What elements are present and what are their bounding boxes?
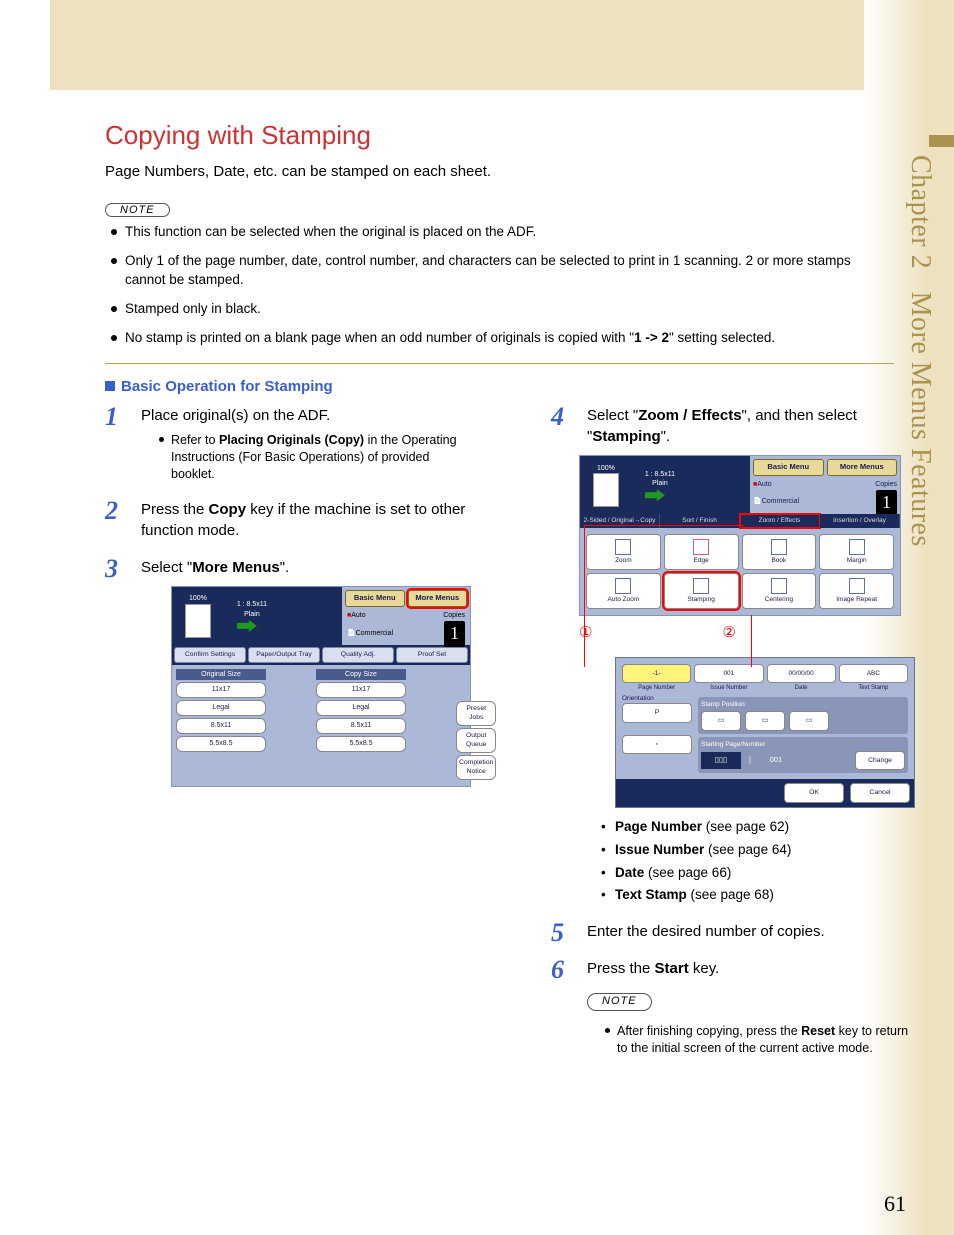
size-button[interactable]: Legal [316, 700, 406, 716]
note-item: Only 1 of the page number, date, control… [111, 252, 894, 290]
size-button[interactable]: 8.5x11 [176, 718, 266, 734]
arrow-icon [645, 489, 665, 501]
note-label: NOTE [587, 993, 652, 1010]
text-stamp-tab[interactable]: ABC [839, 664, 908, 683]
zoom-pct: 100% [185, 594, 211, 604]
arrow-icon [237, 620, 257, 632]
ui-screenshot-zoom-effects: 100% 1 : 8.5x11Plain Basic Menu More Men… [579, 455, 901, 615]
paper-output-tray-button[interactable]: Paper/Output Tray [248, 647, 320, 663]
stamp-reference-list: Page Number (see page 62) Issue Number (… [601, 818, 915, 906]
book-button[interactable]: Book [742, 534, 817, 570]
copies-count: 1 [444, 621, 465, 646]
step-2: 2 Press the Copy key if the machine is s… [105, 499, 471, 541]
lead-text: Page Numbers, Date, etc. can be stamped … [105, 163, 894, 180]
starting-page-label: Starting Page/Number [701, 740, 905, 749]
image-repeat-button[interactable]: Image Repeat [819, 573, 894, 609]
callout-line [584, 525, 744, 526]
position-button[interactable]: ▭ [745, 711, 785, 731]
page-number: 61 [884, 1191, 906, 1217]
ok-button[interactable]: OK [784, 783, 844, 803]
auto-zoom-button[interactable]: Auto Zoom [586, 573, 661, 609]
page-number-tab[interactable]: -1- [622, 664, 691, 683]
quality-adj-button[interactable]: Quality Adj. [322, 647, 394, 663]
callout-line [584, 525, 585, 667]
feature-tab-insertion[interactable]: Insertion / Overlay [820, 514, 900, 527]
callout-line [751, 615, 752, 667]
page-title: Copying with Stamping [105, 120, 894, 151]
doc-preview-icon [185, 604, 211, 638]
separator [105, 363, 894, 364]
basic-menu-tab[interactable]: Basic Menu [753, 459, 824, 476]
output-queue-button[interactable]: Output Queue [456, 728, 496, 753]
cancel-button[interactable]: Cancel [850, 783, 910, 803]
ui-screenshot-basic-menu: 100% 1 : 8.5x11Plain [171, 586, 471, 787]
size-button[interactable]: 11x17 [176, 682, 266, 698]
page-preview-icon: ▯▯▯ [701, 752, 741, 769]
basic-menu-tab[interactable]: Basic Menu [345, 590, 405, 607]
margin-button[interactable]: Margin [819, 534, 894, 570]
orientation-label: Orientation [622, 694, 692, 703]
top-banner [50, 0, 954, 90]
notes-list: This function can be selected when the o… [111, 223, 894, 347]
tray-preview [280, 587, 342, 645]
step-6-note: After finishing copying, press the Reset… [605, 1023, 915, 1057]
centering-button[interactable]: Centering [742, 573, 817, 609]
size-button[interactable]: 5.5x8.5 [316, 736, 406, 752]
step-4: 4 Select "Zoom / Effects", and then sele… [551, 405, 915, 905]
confirm-settings-button[interactable]: Confirm Settings [174, 647, 246, 663]
issue-number-tab[interactable]: 001 [694, 664, 763, 683]
copies-count: 1 [876, 490, 897, 515]
step-1: 1 Place original(s) on the ADF. Refer to… [105, 405, 471, 483]
step-5: 5 Enter the desired number of copies. [551, 921, 915, 942]
proof-set-button[interactable]: Proof Set [396, 647, 468, 663]
start-number: 001 [759, 755, 793, 766]
change-button[interactable]: Change [855, 751, 905, 771]
doc-preview-icon [593, 473, 619, 507]
edge-button[interactable]: Edge [664, 534, 739, 570]
orientation-button-2[interactable]: ▫ [622, 735, 692, 755]
size-button[interactable]: 11x17 [316, 682, 406, 698]
more-menus-tab[interactable]: More Menus [827, 459, 898, 476]
orientation-button[interactable]: P [622, 703, 692, 723]
note-item: No stamp is printed on a blank page when… [111, 329, 894, 348]
step-3: 3 Select "More Menus". 100% 1 : 8 [105, 557, 471, 787]
preset-jobs-button[interactable]: Preset Jobs [456, 701, 496, 726]
stamping-button[interactable]: Stamping [664, 573, 739, 609]
square-icon [105, 381, 115, 391]
step-6: 6 Press the Start key. NOTE After finish… [551, 958, 915, 1056]
section-heading: Basic Operation for Stamping [105, 378, 894, 395]
more-menus-tab[interactable]: More Menus [408, 590, 468, 607]
feature-tab-zoom-effects[interactable]: Zoom / Effects [740, 514, 820, 527]
date-tab[interactable]: 00/00/00 [767, 664, 836, 683]
position-button[interactable]: ▭ [701, 711, 741, 731]
zoom-button[interactable]: Zoom [586, 534, 661, 570]
original-size-header: Original Size [176, 669, 266, 681]
size-button[interactable]: 5.5x8.5 [176, 736, 266, 752]
tray-preview [688, 456, 750, 514]
completion-notice-button[interactable]: Completion Notice [456, 755, 496, 780]
size-button[interactable]: 8.5x11 [316, 718, 406, 734]
callout-1: ① [579, 622, 592, 643]
position-button[interactable]: ▭ [789, 711, 829, 731]
note-label: NOTE [105, 203, 170, 217]
copy-size-header: Copy Size [316, 669, 406, 681]
note-item: Stamped only in black. [111, 300, 894, 319]
stamp-position-label: Stamp Position [701, 700, 905, 709]
callout-2: ② [722, 622, 735, 643]
ui-screenshot-stamp-options: -1-Page Number 001Issue Number 00/00/00D… [615, 657, 915, 808]
note-item: This function can be selected when the o… [111, 223, 894, 242]
step-1-subnote: Refer to Placing Originals (Copy) in the… [159, 432, 471, 483]
size-button[interactable]: Legal [176, 700, 266, 716]
